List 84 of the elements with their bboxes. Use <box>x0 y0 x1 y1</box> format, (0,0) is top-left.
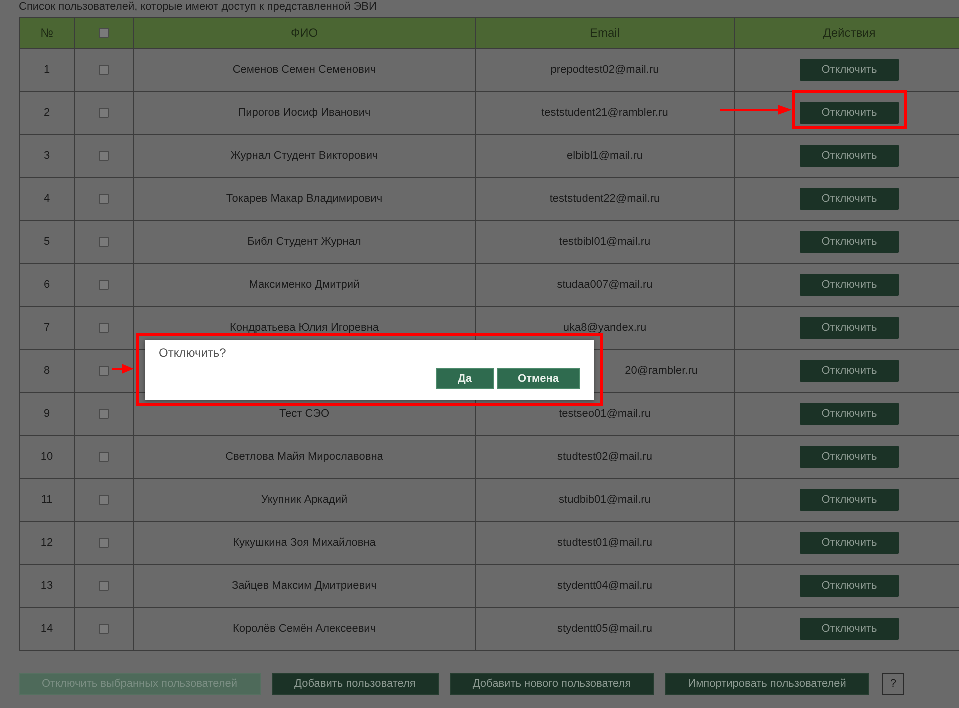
header-label: Email <box>590 26 620 40</box>
user-name: Токарев Макар Владимирович <box>226 193 383 205</box>
dialog-button[interactable]: Отмена <box>497 368 580 389</box>
row-checkbox[interactable] <box>99 409 109 419</box>
row-checkbox[interactable] <box>99 237 109 247</box>
row-number: 2 <box>44 107 50 119</box>
disable-button[interactable]: Отключить <box>800 317 899 339</box>
row-number: 8 <box>44 365 50 377</box>
row-checkbox[interactable] <box>99 280 109 290</box>
row-checkbox[interactable] <box>99 323 109 333</box>
row-number: 1 <box>44 64 50 76</box>
disable-button[interactable]: Отключить <box>800 231 899 253</box>
annotation-arrow <box>720 105 792 115</box>
user-name: Тест СЭО <box>279 408 330 420</box>
user-email: uka8@yandex.ru <box>563 322 647 334</box>
row-number: 13 <box>40 580 54 592</box>
row-number: 10 <box>40 451 54 463</box>
user-email: studtest01@mail.ru <box>558 537 652 549</box>
disable-button[interactable]: Отключить <box>800 360 899 382</box>
row-number: 7 <box>44 322 50 334</box>
disable-button[interactable]: Отключить <box>800 59 899 81</box>
user-name: Светлова Майя Мирославовна <box>226 451 384 463</box>
disable-button[interactable]: Отключить <box>800 102 899 124</box>
user-email: teststudent21@rambler.ru <box>542 107 668 119</box>
row-number: 4 <box>44 193 50 205</box>
disable-button[interactable]: Отключить <box>800 489 899 511</box>
user-email: stydentt05@mail.ru <box>558 623 652 635</box>
header-label: Действия <box>823 26 876 40</box>
action-button[interactable]: Добавить пользователя <box>272 673 439 695</box>
user-name: Кондратьева Юлия Игоревна <box>230 322 380 334</box>
row-checkbox[interactable] <box>99 452 109 462</box>
row-checkbox[interactable] <box>99 194 109 204</box>
user-email: teststudent22@mail.ru <box>550 193 660 205</box>
row-checkbox[interactable] <box>99 538 109 548</box>
select-all-checkbox[interactable] <box>99 28 109 38</box>
table-caption: Список пользователей, которые имеют доступ к представленной ЭВИ <box>18 0 378 15</box>
row-number: 12 <box>40 537 54 549</box>
disable-button[interactable]: Отключить <box>800 575 899 597</box>
row-number: 9 <box>44 408 50 420</box>
user-name: Пирогов Иосиф Иванович <box>238 107 371 119</box>
disable-button[interactable]: Отключить <box>800 532 899 554</box>
row-checkbox[interactable] <box>99 495 109 505</box>
user-email: 20@rambler.ru <box>625 365 698 377</box>
row-checkbox[interactable] <box>99 624 109 634</box>
user-name: Максименко Дмитрий <box>249 279 360 291</box>
dialog-button[interactable]: Да <box>436 368 494 389</box>
user-email: studaa007@mail.ru <box>557 279 653 291</box>
disable-button[interactable]: Отключить <box>800 618 899 640</box>
user-email: studbib01@mail.ru <box>559 494 651 506</box>
disable-button[interactable]: Отключить <box>800 145 899 167</box>
row-number: 11 <box>41 494 53 506</box>
user-name: Журнал Студент Викторович <box>230 150 378 162</box>
dialog-message: Отключить? <box>159 346 228 360</box>
disable-button[interactable]: Отключить <box>800 188 899 210</box>
annotation-arrow <box>112 364 134 374</box>
row-checkbox[interactable] <box>99 108 109 118</box>
row-number: 5 <box>44 236 50 248</box>
user-name: Королёв Семён Алексеевич <box>232 623 376 635</box>
user-email: elbibl1@mail.ru <box>567 150 643 162</box>
user-name: Зайцев Максим Дмитриевич <box>232 580 377 592</box>
user-email: prepodtest02@mail.ru <box>550 64 660 76</box>
header-label: ФИО <box>290 26 318 40</box>
row-number: 3 <box>44 150 50 162</box>
row-checkbox[interactable] <box>99 366 109 376</box>
user-email: testseo01@mail.ru <box>559 408 651 420</box>
user-name: Семенов Семен Семенович <box>232 64 376 76</box>
help-button[interactable]: ? <box>882 673 904 695</box>
user-email: testbibl01@mail.ru <box>559 236 651 248</box>
user-email: stydentt04@mail.ru <box>558 580 652 592</box>
user-name: Библ Студент Журнал <box>248 236 362 248</box>
disable-button[interactable]: Отключить <box>800 403 899 425</box>
row-checkbox[interactable] <box>99 151 109 161</box>
row-checkbox[interactable] <box>99 65 109 75</box>
disable-button[interactable]: Отключить <box>800 446 899 468</box>
header-label: № <box>40 26 54 40</box>
disable-button[interactable]: Отключить <box>800 274 899 296</box>
action-button[interactable]: Добавить нового пользователя <box>450 673 654 695</box>
action-button[interactable]: Импортировать пользователей <box>665 673 870 695</box>
row-number: 14 <box>40 623 54 635</box>
user-email: studtest02@mail.ru <box>558 451 652 463</box>
user-name: Укупник Аркадий <box>261 494 348 506</box>
row-number: 6 <box>44 279 50 291</box>
user-name: Кукушкина Зоя Михайловна <box>233 537 376 549</box>
row-checkbox[interactable] <box>99 581 109 591</box>
